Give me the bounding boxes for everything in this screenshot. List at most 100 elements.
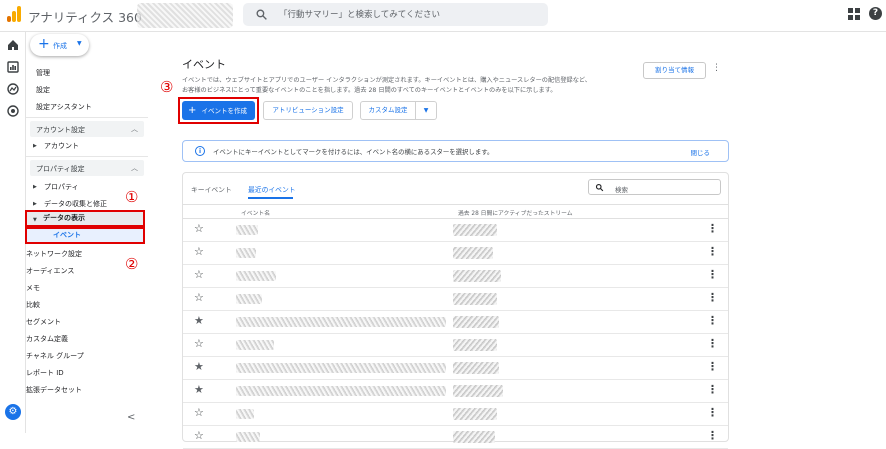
nav-item-network[interactable]: ネットワーク設定: [26, 249, 82, 259]
column-event-name[interactable]: イベント名: [241, 208, 270, 217]
more-vert-icon[interactable]: ⋮: [707, 223, 718, 235]
banner-close-button[interactable]: 閉じる: [691, 147, 711, 157]
custom-settings-dropdown-icon[interactable]: ▼: [416, 101, 437, 120]
nav-item-events[interactable]: イベント: [53, 230, 81, 240]
table-row[interactable]: ☆ ⋮: [183, 426, 728, 449]
redacted-event-name: [236, 294, 262, 304]
help-icon[interactable]: ?: [869, 7, 882, 20]
home-icon[interactable]: [7, 39, 19, 51]
expand-arrow-icon: ▶: [33, 184, 37, 190]
star-outline-icon[interactable]: ☆: [194, 407, 204, 419]
more-vert-icon[interactable]: ⋮: [707, 407, 718, 419]
more-vert-icon[interactable]: ⋮: [707, 338, 718, 350]
tab-key-events[interactable]: キーイベント: [191, 184, 232, 194]
star-filled-icon[interactable]: ★: [194, 361, 204, 373]
expand-arrow-icon: ▶: [33, 201, 37, 207]
star-outline-icon[interactable]: ☆: [194, 338, 204, 350]
nav-item-property[interactable]: プロパティ: [44, 182, 79, 192]
redacted-stream: [453, 270, 501, 282]
nav-item-custom-definitions[interactable]: カスタム定義: [26, 334, 68, 344]
events-highlight[interactable]: [25, 227, 145, 244]
reports-icon[interactable]: [7, 61, 19, 73]
nav-item-comparisons[interactable]: 比較: [26, 300, 40, 310]
nav-item-extended-datasets[interactable]: 拡張データセット: [26, 385, 82, 395]
expand-arrow-icon: ▶: [33, 143, 37, 149]
custom-settings-button[interactable]: カスタム設定: [360, 101, 416, 120]
redacted-stream: [453, 224, 497, 236]
table-search-placeholder: 検索: [615, 186, 628, 194]
table-row[interactable]: ☆ ⋮: [183, 265, 728, 288]
divider: [26, 156, 148, 157]
more-vert-icon[interactable]: ⋮: [707, 384, 718, 396]
admin-gear-icon[interactable]: ⚙: [5, 404, 21, 420]
tab-recent-events[interactable]: 最近のイベント: [248, 184, 296, 194]
redacted-stream: [453, 316, 499, 328]
nav-item-notes[interactable]: メモ: [26, 283, 40, 293]
table-row[interactable]: ☆ ⋮: [183, 334, 728, 357]
redacted-stream: [453, 362, 499, 374]
table-search-input[interactable]: 検索: [588, 179, 721, 195]
more-vert-icon[interactable]: ⋮: [707, 246, 718, 258]
table-row[interactable]: ☆ ⋮: [183, 219, 728, 242]
explore-icon[interactable]: [7, 83, 19, 95]
redacted-event-name: [236, 432, 260, 442]
advertising-icon[interactable]: [7, 105, 19, 117]
star-outline-icon[interactable]: ☆: [194, 430, 204, 442]
star-outline-icon[interactable]: ☆: [194, 246, 204, 258]
nav-item-report-id[interactable]: レポート ID: [26, 368, 64, 378]
account-settings-section[interactable]: アカウント設定 ︿: [30, 121, 144, 137]
nav-item-settings[interactable]: 設定: [36, 85, 50, 95]
tab-underline: [248, 197, 293, 199]
nav-item-audiences[interactable]: オーディエンス: [26, 266, 74, 276]
star-outline-icon[interactable]: ☆: [194, 223, 204, 235]
star-outline-icon[interactable]: ☆: [194, 292, 204, 304]
attribution-settings-button[interactable]: アトリビューション設定: [263, 101, 353, 120]
nav-item-channel-groups[interactable]: チャネル グループ: [26, 351, 84, 361]
more-vert-icon[interactable]: ⋮: [707, 315, 718, 327]
banner-text: イベントにキーイベントとしてマークを付けるには、イベント名の横にあるスターを選択…: [213, 148, 494, 156]
search-input[interactable]: 「行動サマリー」と検索してみてください: [243, 3, 548, 26]
analytics-logo-icon[interactable]: [7, 6, 21, 22]
nav-item-segments[interactable]: セグメント: [26, 317, 61, 327]
page-description-line1: イベントでは、ウェブサイトとアプリでのユーザー インタラクションが測定されます。…: [182, 77, 591, 84]
table-row[interactable]: ☆ ⋮: [183, 288, 728, 311]
search-icon: [256, 9, 267, 20]
caret-down-icon: ▼: [77, 40, 82, 47]
redacted-stream: [453, 385, 503, 397]
more-vert-icon[interactable]: ⋮: [707, 361, 718, 373]
star-filled-icon[interactable]: ★: [194, 315, 204, 327]
redacted-stream: [453, 339, 497, 351]
star-filled-icon[interactable]: ★: [194, 384, 204, 396]
more-vert-icon[interactable]: ⋮: [707, 292, 718, 304]
collapse-nav-icon[interactable]: <: [127, 412, 135, 423]
property-settings-section[interactable]: プロパティ設定 ︿: [30, 160, 144, 176]
redacted-event-name: [236, 363, 446, 373]
table-row[interactable]: ☆ ⋮: [183, 242, 728, 265]
star-outline-icon[interactable]: ☆: [194, 269, 204, 281]
nav-item-account[interactable]: アカウント: [44, 141, 79, 151]
table-row[interactable]: ★ ⋮: [183, 380, 728, 403]
column-active-streams[interactable]: 過去 28 日間にアクティブだったストリーム: [458, 208, 573, 217]
account-selector[interactable]: [137, 3, 233, 28]
nav-item-data-collection[interactable]: データの収集と修正: [44, 199, 107, 209]
nav-item-data-display[interactable]: データの表示: [43, 213, 85, 223]
assignment-info-button[interactable]: 割り当て情報: [643, 62, 706, 79]
more-vert-icon[interactable]: ⋮: [712, 63, 721, 73]
table-row[interactable]: ★ ⋮: [183, 311, 728, 334]
table-header: イベント名 過去 28 日間にアクティブだったストリーム: [183, 204, 728, 219]
create-event-highlight: [178, 97, 259, 124]
redacted-event-name: [236, 248, 256, 258]
redacted-event-name: [236, 225, 258, 235]
more-vert-icon[interactable]: ⋮: [707, 269, 718, 281]
apps-grid-icon[interactable]: [848, 8, 860, 20]
nav-item-admin[interactable]: 管理: [36, 68, 50, 78]
table-row[interactable]: ★ ⋮: [183, 357, 728, 380]
more-vert-icon[interactable]: ⋮: [707, 430, 718, 442]
create-button[interactable]: + 作成 ▼: [30, 34, 89, 56]
redacted-event-name: [236, 409, 254, 419]
page-title: イベント: [182, 58, 226, 71]
table-row[interactable]: ☆ ⋮: [183, 403, 728, 426]
chevron-up-icon: ︿: [131, 125, 138, 133]
nav-item-setup-assistant[interactable]: 設定アシスタント: [36, 102, 92, 112]
top-bar: アナリティクス 360 「行動サマリー」と検索してみてください ?: [0, 0, 886, 32]
